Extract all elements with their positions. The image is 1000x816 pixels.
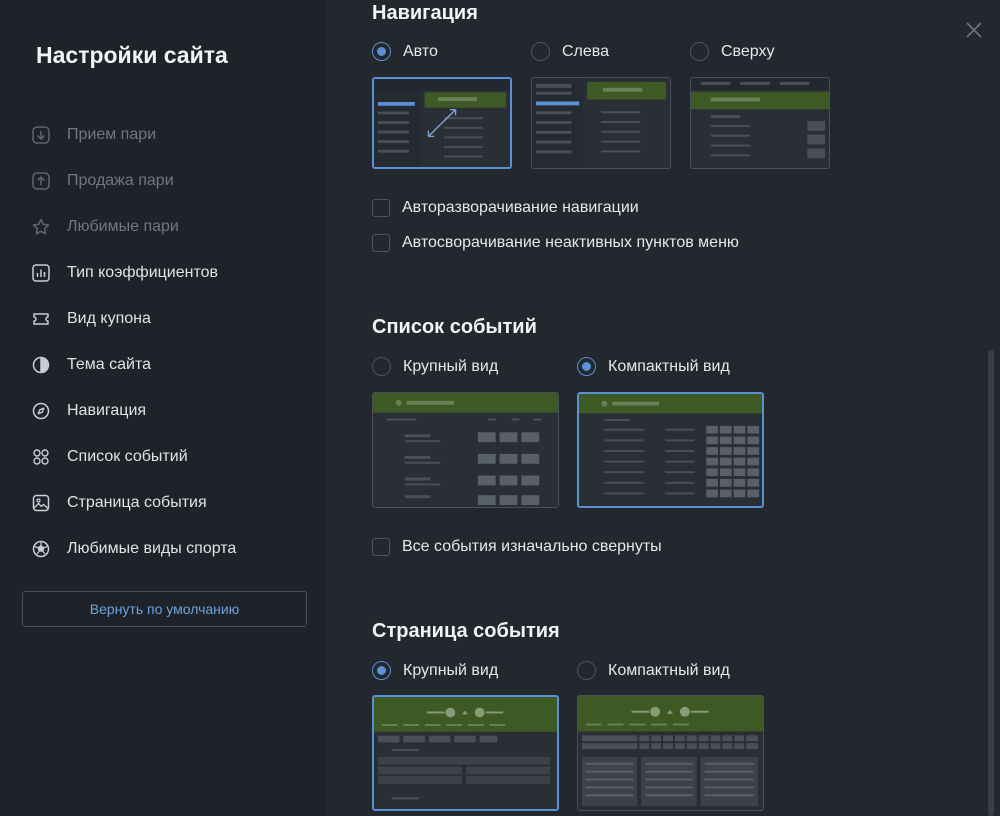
menu-item-label: Навигация [67,402,147,419]
star-icon [30,216,52,238]
radio-event-page-large[interactable]: Крупный вид [372,661,498,680]
preview-event-page-large[interactable] [372,695,559,811]
menu-item-favorite-bets[interactable]: Любимые пари [30,204,310,250]
section-title-navigation: Навигация [372,2,478,24]
settings-sidebar: Настройки сайта Прием пари Продажа пари … [0,0,326,816]
radio-events-large[interactable]: Крупный вид [372,357,498,376]
menu-item-bet-accept[interactable]: Прием пари [30,112,310,158]
radio-label: Крупный вид [403,357,499,375]
checkbox-auto-expand-nav[interactable]: Авторазворачивание навигации [372,199,639,217]
ticket-icon [30,308,52,330]
checkbox-events-collapsed[interactable]: Все события изначально свернуты [372,538,662,556]
menu-item-site-theme[interactable]: Тема сайта [30,342,310,388]
radio-circle [372,42,391,61]
radio-circle [372,357,391,376]
radio-nav-auto[interactable]: Авто [372,42,438,61]
radio-label: Крупный вид [403,661,499,679]
menu-item-event-page[interactable]: Страница события [30,480,310,526]
checkbox-box [372,538,390,556]
checkbox-label: Автосворачивание неактивных пунктов меню [402,234,739,251]
menu-item-label: Продажа пари [67,172,174,189]
menu-item-label: Тема сайта [67,356,151,373]
section-title-event-page: Страница события [372,620,560,642]
bar-chart-icon [30,262,52,284]
preview-event-page-compact[interactable] [577,695,764,811]
section-title-events-list: Список событий [372,316,537,338]
menu-item-label: Любимые виды спорта [67,540,237,557]
menu-item-coupon-view[interactable]: Вид купона [30,296,310,342]
radio-circle [690,42,709,61]
radio-circle [372,661,391,680]
menu-item-label: Прием пари [67,126,157,143]
preview-events-large[interactable] [372,392,559,508]
arrow-down-circle-icon [30,124,52,146]
half-circle-icon [30,354,52,376]
preview-events-compact[interactable] [577,392,764,508]
menu-item-favorite-sports[interactable]: Любимые виды спорта [30,526,310,572]
menu-item-navigation[interactable]: Навигация [30,388,310,434]
checkbox-auto-collapse-menu[interactable]: Автосворачивание неактивных пунктов меню [372,234,739,252]
compass-icon [30,400,52,422]
settings-content: Навигация Авто Слева Сверху Авторазворач… [326,0,1000,816]
radio-circle [577,357,596,376]
radio-circle [531,42,550,61]
radio-nav-left[interactable]: Слева [531,42,609,61]
grid-icon [30,446,52,468]
menu-item-label: Страница события [67,494,207,511]
menu-item-label: Тип коэффициентов [67,264,219,281]
checkbox-box [372,199,390,217]
radio-events-compact[interactable]: Компактный вид [577,357,730,376]
preview-nav-auto[interactable] [372,77,512,169]
radio-nav-top[interactable]: Сверху [690,42,775,61]
menu-item-label: Список событий [67,448,188,465]
settings-menu: Прием пари Продажа пари Любимые пари Тип… [30,112,310,572]
preview-nav-top[interactable] [690,77,830,169]
radio-label: Компактный вид [608,661,730,679]
radio-label: Авто [403,42,438,60]
checkbox-label: Все события изначально свернуты [402,538,662,555]
preview-nav-left[interactable] [531,77,671,169]
menu-item-events-list[interactable]: Список событий [30,434,310,480]
image-icon [30,492,52,514]
close-icon[interactable] [964,20,984,40]
menu-item-odds-type[interactable]: Тип коэффициентов [30,250,310,296]
soccer-ball-icon [30,538,52,560]
sidebar-title: Настройки сайта [36,42,228,68]
menu-item-label: Любимые пари [67,218,179,235]
menu-item-bet-sale[interactable]: Продажа пари [30,158,310,204]
radio-event-page-compact[interactable]: Компактный вид [577,661,730,680]
radio-label: Сверху [721,42,775,60]
reset-defaults-button[interactable]: Вернуть по умолчанию [22,591,307,627]
radio-label: Слева [562,42,610,60]
checkbox-box [372,234,390,252]
arrow-up-circle-icon [30,170,52,192]
checkbox-label: Авторазворачивание навигации [402,199,639,216]
scrollbar-thumb[interactable] [988,350,994,816]
radio-circle [577,661,596,680]
radio-label: Компактный вид [608,357,730,375]
menu-item-label: Вид купона [67,310,151,327]
